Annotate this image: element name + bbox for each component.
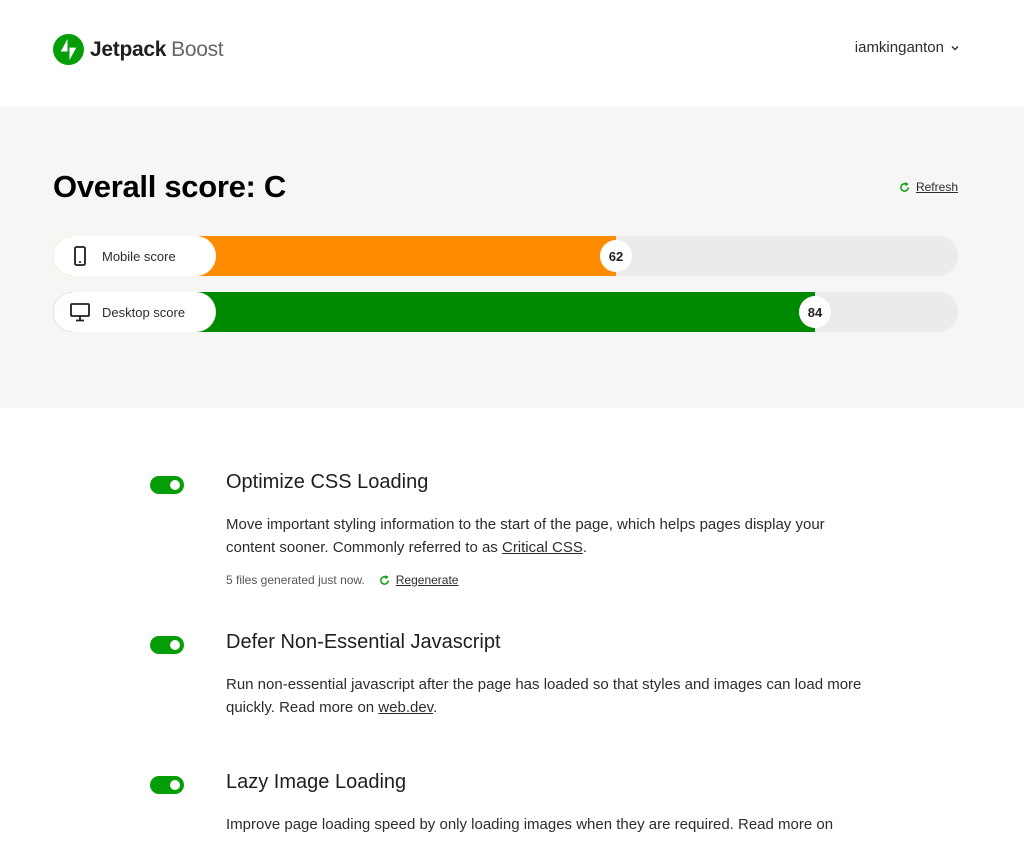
user-menu-button[interactable]: iamkinganton (855, 39, 960, 56)
feature-title: Lazy Image Loading (226, 771, 407, 793)
mobile-score-bar: Mobile score 62 (53, 236, 958, 276)
regenerate-label: Regenerate (395, 573, 459, 587)
regenerate-link[interactable]: Regenerate (379, 573, 459, 587)
toggle-knob (170, 480, 180, 490)
feature-title: Defer Non-Essential Javascript (226, 631, 501, 653)
optimize-css-toggle[interactable] (150, 476, 184, 494)
defer-js-toggle[interactable] (150, 636, 184, 654)
toggle-knob (170, 780, 180, 790)
critical-css-status: 5 files generated just now. Regenerate (226, 573, 458, 587)
refresh-icon (900, 181, 909, 192)
desktop-monitor-icon (70, 303, 90, 322)
score-panel: Overall score: C Refresh Mobile score 62 (0, 107, 1024, 408)
feature-description: Improve page loading speed by only loadi… (226, 816, 834, 833)
feature-description: Move important styling information to th… (226, 516, 825, 556)
chevron-down-icon (951, 45, 959, 50)
jetpack-boost-logo[interactable]: Jetpack Boost (53, 34, 224, 65)
desktop-score-value: 84 (799, 296, 831, 328)
product-name: Boost (171, 37, 224, 61)
brand-name: Jetpack (90, 37, 167, 61)
desktop-score-bar: Desktop score 84 (53, 292, 958, 332)
overall-score-title: Overall score: C (53, 169, 286, 204)
desktop-score-pill: Desktop score (53, 292, 216, 332)
refresh-label: Refresh (915, 180, 958, 194)
mobile-score-value: 62 (600, 240, 632, 272)
mobile-score-label: Mobile score (102, 248, 176, 264)
toggle-knob (170, 640, 180, 650)
critical-css-link[interactable]: Critical CSS (502, 539, 583, 556)
lazy-images-toggle[interactable] (150, 776, 184, 794)
username: iamkinganton (854, 39, 944, 56)
files-generated-text: 5 files generated just now. (226, 573, 365, 587)
regenerate-icon (379, 574, 389, 585)
top-header: Jetpack Boost iamkinganton (0, 0, 1024, 107)
desktop-score-label: Desktop score (102, 304, 186, 320)
feature-description: Run non-essential javascript after the p… (226, 676, 862, 716)
mobile-score-pill: Mobile score (53, 236, 216, 276)
mobile-phone-icon (74, 246, 86, 266)
web-dev-link[interactable]: web.dev (378, 699, 433, 716)
jetpack-bolt-icon (53, 34, 84, 65)
refresh-link[interactable]: Refresh (899, 180, 958, 194)
feature-title: Optimize CSS Loading (226, 471, 429, 493)
